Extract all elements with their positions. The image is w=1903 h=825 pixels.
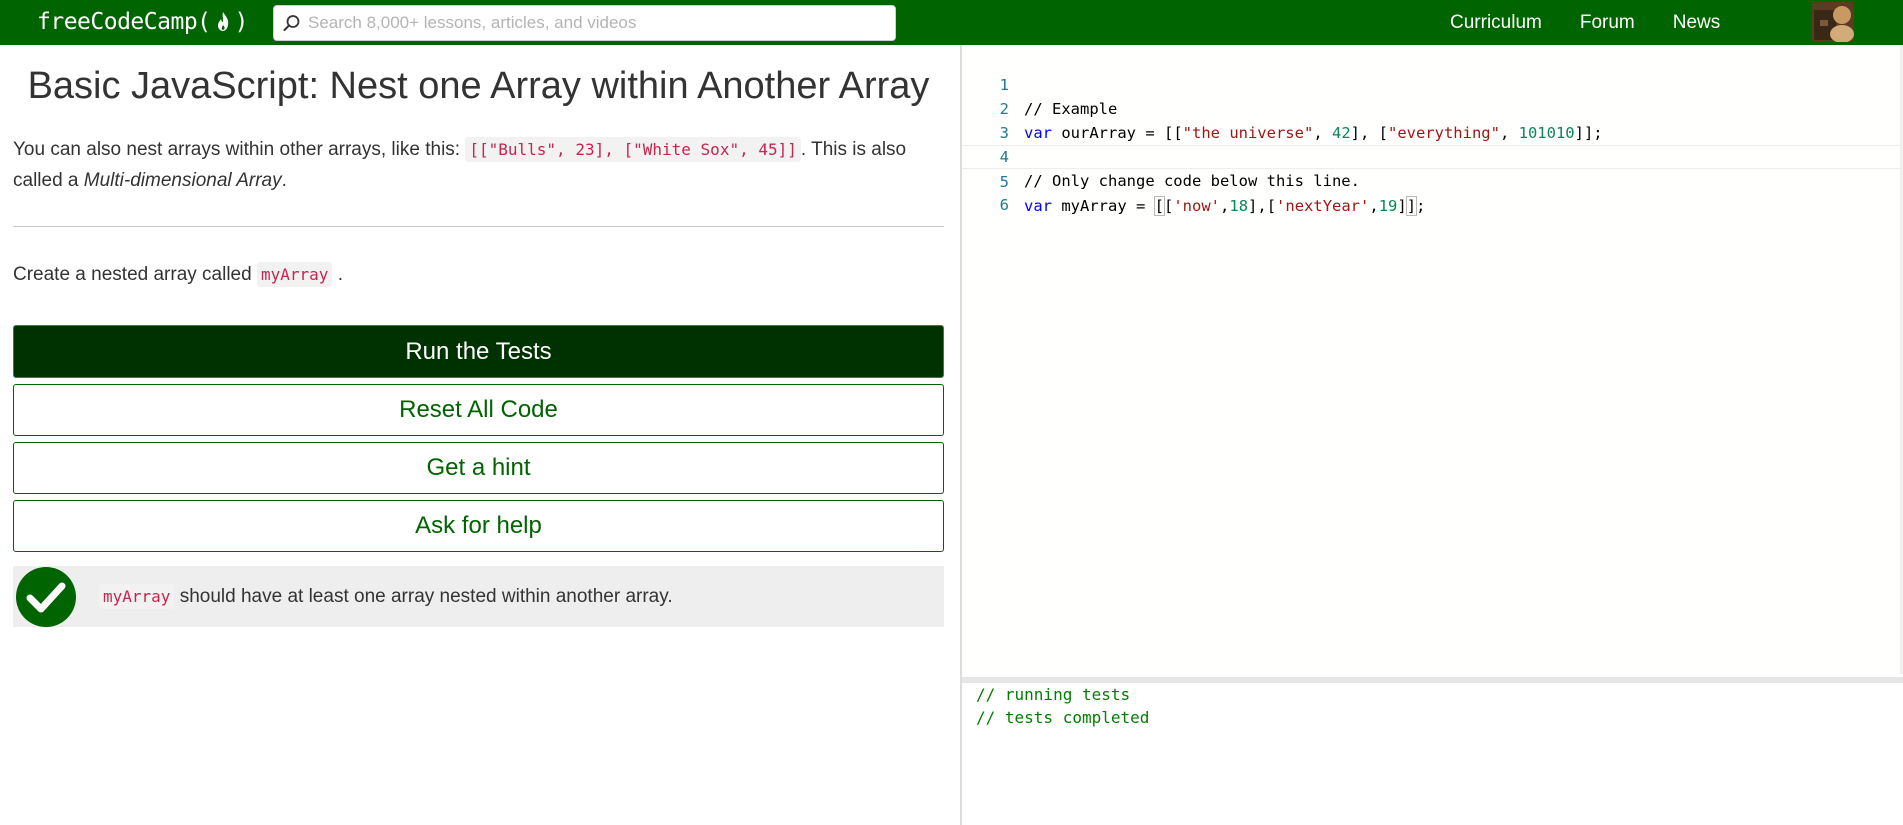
bracket-match: ] [1405, 196, 1418, 216]
lesson-task: Create a nested array called myArray . [13, 259, 944, 290]
code-line: 6 [962, 169, 1903, 214]
keyword-token: var [1024, 197, 1052, 215]
top-navbar: freeCodeCamp( ) Curriculum Forum News [0, 0, 1903, 45]
lesson-description: You can also nest arrays within other ar… [13, 134, 944, 196]
term-emphasis: Multi-dimensional Array [83, 170, 282, 191]
nav-link-forum[interactable]: Forum [1580, 12, 1635, 34]
string-token: 'now' [1173, 197, 1221, 215]
code-editor[interactable]: 1 // Example 2 var ourArray = [["the uni… [962, 45, 1903, 674]
freecodecamp-logo[interactable]: freeCodeCamp( ) [37, 7, 248, 37]
nav-links: Curriculum Forum News [1450, 0, 1758, 45]
code-text: var myArray = [['now',18],['nextYear',19… [1024, 196, 1426, 216]
task-text: Create a nested array called [13, 264, 257, 285]
check-circle-icon [16, 566, 76, 627]
example-code: [["Bulls", 23], ["White Sox", 45]] [465, 137, 801, 162]
test-output-console: // running tests // tests completed [962, 683, 1903, 825]
flame-icon [217, 12, 228, 31]
output-line: // tests completed [976, 708, 1150, 727]
code-line-current: 5 var myArray = [['now',18],['nextYear',… [962, 145, 1903, 216]
nav-link-news[interactable]: News [1673, 12, 1721, 34]
task-code: myArray [256, 262, 333, 287]
bracket-match: [ [1153, 196, 1166, 216]
line-number: 6 [999, 196, 1009, 214]
reset-code-button[interactable]: Reset All Code [13, 384, 944, 436]
test-text: should have at least one array nested wi… [174, 585, 673, 607]
description-end: . [281, 170, 287, 191]
test-code: myArray [99, 583, 175, 609]
code-line: 3 [962, 97, 1903, 142]
divider [13, 226, 944, 227]
instructions-panel: Basic JavaScript: Nest one Array within … [13, 45, 944, 825]
test-description: myArray should have at least one array n… [99, 583, 673, 609]
number-token: 18 [1229, 197, 1249, 215]
get-hint-button[interactable]: Get a hint [13, 442, 944, 494]
code-line: 1 // Example [962, 49, 1903, 118]
string-token: 'nextYear' [1276, 197, 1370, 215]
run-tests-button[interactable]: Run the Tests [13, 325, 944, 378]
output-line: // running tests [976, 685, 1131, 704]
ask-for-help-button[interactable]: Ask for help [13, 500, 944, 552]
avatar-image [1812, 2, 1854, 42]
avatar[interactable] [1812, 2, 1854, 42]
search-icon [283, 15, 300, 31]
page-title: Basic JavaScript: Nest one Array within … [27, 65, 930, 107]
code-line: 2 var ourArray = [["the universe", 42], … [962, 73, 1903, 142]
nav-link-curriculum[interactable]: Curriculum [1450, 12, 1542, 34]
number-token: 19 [1378, 197, 1398, 215]
test-result: myArray should have at least one array n… [13, 566, 944, 627]
search-input[interactable] [308, 13, 888, 33]
logo-text-left: freeCodeCamp( [37, 9, 211, 35]
search-bar[interactable] [273, 5, 896, 41]
task-end: . [337, 264, 343, 285]
code-line: 4 // Only change code below this line. [962, 121, 1903, 190]
description-text: You can also nest arrays within other ar… [13, 139, 466, 160]
logo-text-right: ) [234, 9, 249, 35]
